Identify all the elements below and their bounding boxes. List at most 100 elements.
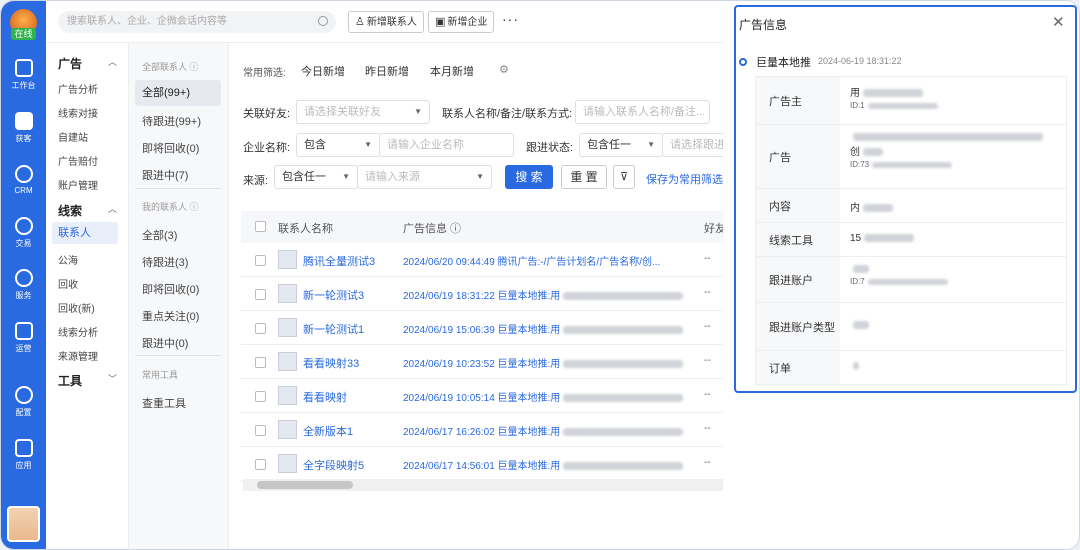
friend-cell: --: [704, 321, 711, 332]
nav-item-source-management[interactable]: 来源管理: [58, 348, 98, 363]
contact-search-input[interactable]: 请输入联系人名称/备注...: [575, 100, 710, 124]
search-button[interactable]: 搜 索: [505, 165, 553, 189]
table-row[interactable]: 看看映射 2024/06/19 10:05:14 巨量本地推:用 --: [241, 379, 736, 413]
my-filter-pending[interactable]: 待跟进(3): [142, 254, 188, 270]
row-checkbox[interactable]: [255, 357, 266, 368]
row-checkbox[interactable]: [255, 255, 266, 266]
ad-timestamp: 2024-06-19 18:31:22: [818, 56, 902, 66]
nav-item-contacts[interactable]: 联系人: [52, 222, 118, 244]
filter-pending[interactable]: 待跟进(99+): [142, 113, 201, 129]
ad-info-link[interactable]: 2024/06/20 09:44:49 腾讯广告:-/广告计划名/广告名称/创.…: [403, 253, 660, 268]
contact-name-link[interactable]: 新一轮测试3: [303, 287, 364, 303]
contact-name-link[interactable]: 腾讯全量测试3: [303, 253, 375, 269]
ad-detail-table: 广告主 用 ID:1 广告 创 ID:73 内容 内 线索工具 15 跟进账户 ID…: [755, 76, 1067, 385]
row-checkbox[interactable]: [255, 289, 266, 300]
horizontal-scrollbar[interactable]: [243, 479, 736, 491]
main-content: 常用筛选: 今日新增 昨日新增 本月新增 ⚙ 关联好友: 请选择关联好友 ▼ 联系…: [229, 43, 736, 549]
nav-item-ad-compensation[interactable]: 广告赔付: [58, 153, 98, 168]
filter-recycle-soon[interactable]: 即将回收(0): [142, 140, 199, 156]
rail-item-apps[interactable]: 应用: [1, 439, 46, 471]
nav-section-tools[interactable]: 工具 ﹀: [58, 372, 117, 389]
table-row[interactable]: 新一轮测试1 2024/06/19 15:06:39 巨量本地推:用 --: [241, 311, 736, 345]
row-checkbox[interactable]: [255, 425, 266, 436]
source-label: 来源:: [243, 175, 269, 187]
filter-following[interactable]: 跟进中(7): [142, 167, 188, 183]
rail-item-config[interactable]: 配置: [1, 386, 46, 418]
settings-gear-icon[interactable]: ⚙: [499, 63, 509, 76]
nav-section-ads[interactable]: 广告 ︿: [58, 55, 117, 72]
reset-button[interactable]: 重 置: [561, 165, 607, 189]
rail-item-acquire[interactable]: 获客: [1, 112, 46, 144]
chevron-down-icon: ﹀: [108, 374, 118, 384]
my-filter-following[interactable]: 跟进中(0): [142, 335, 188, 351]
secondary-nav: 广告 ︿ 广告分析 线索对接 自建站 广告赔付 账户管理 线索 ︿ 联系人 公海 回…: [46, 43, 129, 549]
ad-info-link[interactable]: 2024/06/19 18:31:22 巨量本地推:用: [403, 287, 684, 302]
source-operator-select[interactable]: 包含任一 ▼: [274, 165, 358, 189]
contact-name-link[interactable]: 全字段映射5: [303, 457, 364, 473]
ad-info-link[interactable]: 2024/06/17 16:26:02 巨量本地推:用: [403, 423, 684, 438]
table-row[interactable]: 腾讯全量测试3 2024/06/20 09:44:49 腾讯广告:-/广告计划名/…: [241, 243, 736, 277]
my-filter-recycle-soon[interactable]: 即将回收(0): [142, 281, 199, 297]
select-all-checkbox[interactable]: [255, 221, 266, 232]
table-row[interactable]: 新一轮测试3 2024/06/19 18:31:22 巨量本地推:用 --: [241, 277, 736, 311]
company-name-input[interactable]: 请输入企业名称: [379, 133, 514, 157]
bar-chart-icon: [14, 322, 33, 340]
detail-row-advertiser: 广告主 用 ID:1: [756, 77, 1066, 124]
scrollbar-thumb[interactable]: [257, 481, 353, 489]
contact-name-link[interactable]: 新一轮测试1: [303, 321, 364, 337]
close-icon[interactable]: ✕: [1052, 13, 1065, 31]
global-search-input[interactable]: 搜索联系人、企业、企微会话内容等: [58, 11, 336, 33]
rail-item-service[interactable]: 服务: [1, 269, 46, 301]
new-company-button[interactable]: ▣ 新增企业: [428, 11, 495, 33]
ad-info-link[interactable]: 2024/06/19 15:06:39 巨量本地推:用: [403, 321, 684, 336]
nav-item-recycle-new[interactable]: 回收(新): [58, 300, 95, 315]
row-checkbox[interactable]: [255, 323, 266, 334]
rail-item-workbench[interactable]: 工作台: [1, 59, 46, 91]
contact-avatar: [278, 454, 297, 473]
ad-info-link[interactable]: 2024/06/19 10:23:52 巨量本地推:用: [403, 355, 684, 370]
rail-item-crm[interactable]: CRM: [1, 165, 46, 195]
follow-operator-select[interactable]: 包含任一 ▼: [579, 133, 663, 157]
friend-select[interactable]: 请选择关联好友 ▼: [296, 100, 430, 124]
top-bar: 搜索联系人、企业、企微会话内容等 ♙ 新增联系人 ▣ 新增企业 ···: [46, 1, 736, 43]
new-contact-button[interactable]: ♙ 新增联系人: [348, 11, 424, 33]
friend-cell: --: [704, 457, 711, 468]
row-checkbox[interactable]: [255, 391, 266, 402]
nav-item-lead-docking[interactable]: 线索对接: [58, 105, 98, 120]
divider: [135, 355, 221, 356]
source-input[interactable]: 请输入来源 ▼: [357, 165, 492, 189]
contact-name-link[interactable]: 全新版本1: [303, 423, 353, 439]
nav-item-account-management[interactable]: 账户管理: [58, 177, 98, 192]
quick-filter-month[interactable]: 本月新增: [430, 63, 474, 79]
ad-info-link[interactable]: 2024/06/17 14:56:01 巨量本地推:用: [403, 457, 684, 472]
rail-item-operation[interactable]: 运营: [1, 322, 46, 354]
nav-item-public-pool[interactable]: 公海: [58, 252, 78, 267]
filter-all[interactable]: 全部(99+): [135, 80, 221, 106]
table-row[interactable]: 全字段映射5 2024/06/17 14:56:01 巨量本地推:用 --: [241, 447, 736, 481]
caret-down-icon: ▼: [342, 172, 350, 181]
my-filter-focus[interactable]: 重点关注(0): [142, 308, 199, 324]
ad-info-link[interactable]: 2024/06/19 10:05:14 巨量本地推:用: [403, 389, 684, 404]
row-checkbox[interactable]: [255, 459, 266, 470]
drawer-title: 广告信息: [739, 18, 788, 32]
contact-name-link[interactable]: 看看映射33: [303, 355, 359, 371]
nav-item-self-site[interactable]: 自建站: [58, 129, 88, 144]
more-menu-button[interactable]: ···: [502, 11, 519, 27]
company-operator-select[interactable]: 包含 ▼: [296, 133, 380, 157]
quick-filter-yesterday[interactable]: 昨日新增: [365, 63, 409, 79]
dedupe-tool-link[interactable]: 查重工具: [142, 395, 186, 411]
my-filter-all[interactable]: 全部(3): [142, 227, 177, 243]
contact-name-link[interactable]: 看看映射: [303, 389, 347, 405]
save-filter-link[interactable]: 保存为常用筛选: [646, 171, 723, 187]
nav-section-leads[interactable]: 线索 ︿: [58, 202, 117, 219]
nav-item-recycle[interactable]: 回收: [58, 276, 78, 291]
user-avatar[interactable]: [7, 506, 40, 542]
chevron-up-icon: ︿: [108, 204, 118, 214]
quick-filter-today[interactable]: 今日新增: [301, 63, 345, 79]
filter-clear-icon[interactable]: ⊽: [613, 165, 635, 189]
nav-item-lead-analysis[interactable]: 线索分析: [58, 324, 98, 339]
nav-item-ad-analysis[interactable]: 广告分析: [58, 81, 98, 96]
table-row[interactable]: 全新版本1 2024/06/17 16:26:02 巨量本地推:用 --: [241, 413, 736, 447]
rail-item-trade[interactable]: 交易: [1, 217, 46, 249]
table-row[interactable]: 看看映射33 2024/06/19 10:23:52 巨量本地推:用 --: [241, 345, 736, 379]
